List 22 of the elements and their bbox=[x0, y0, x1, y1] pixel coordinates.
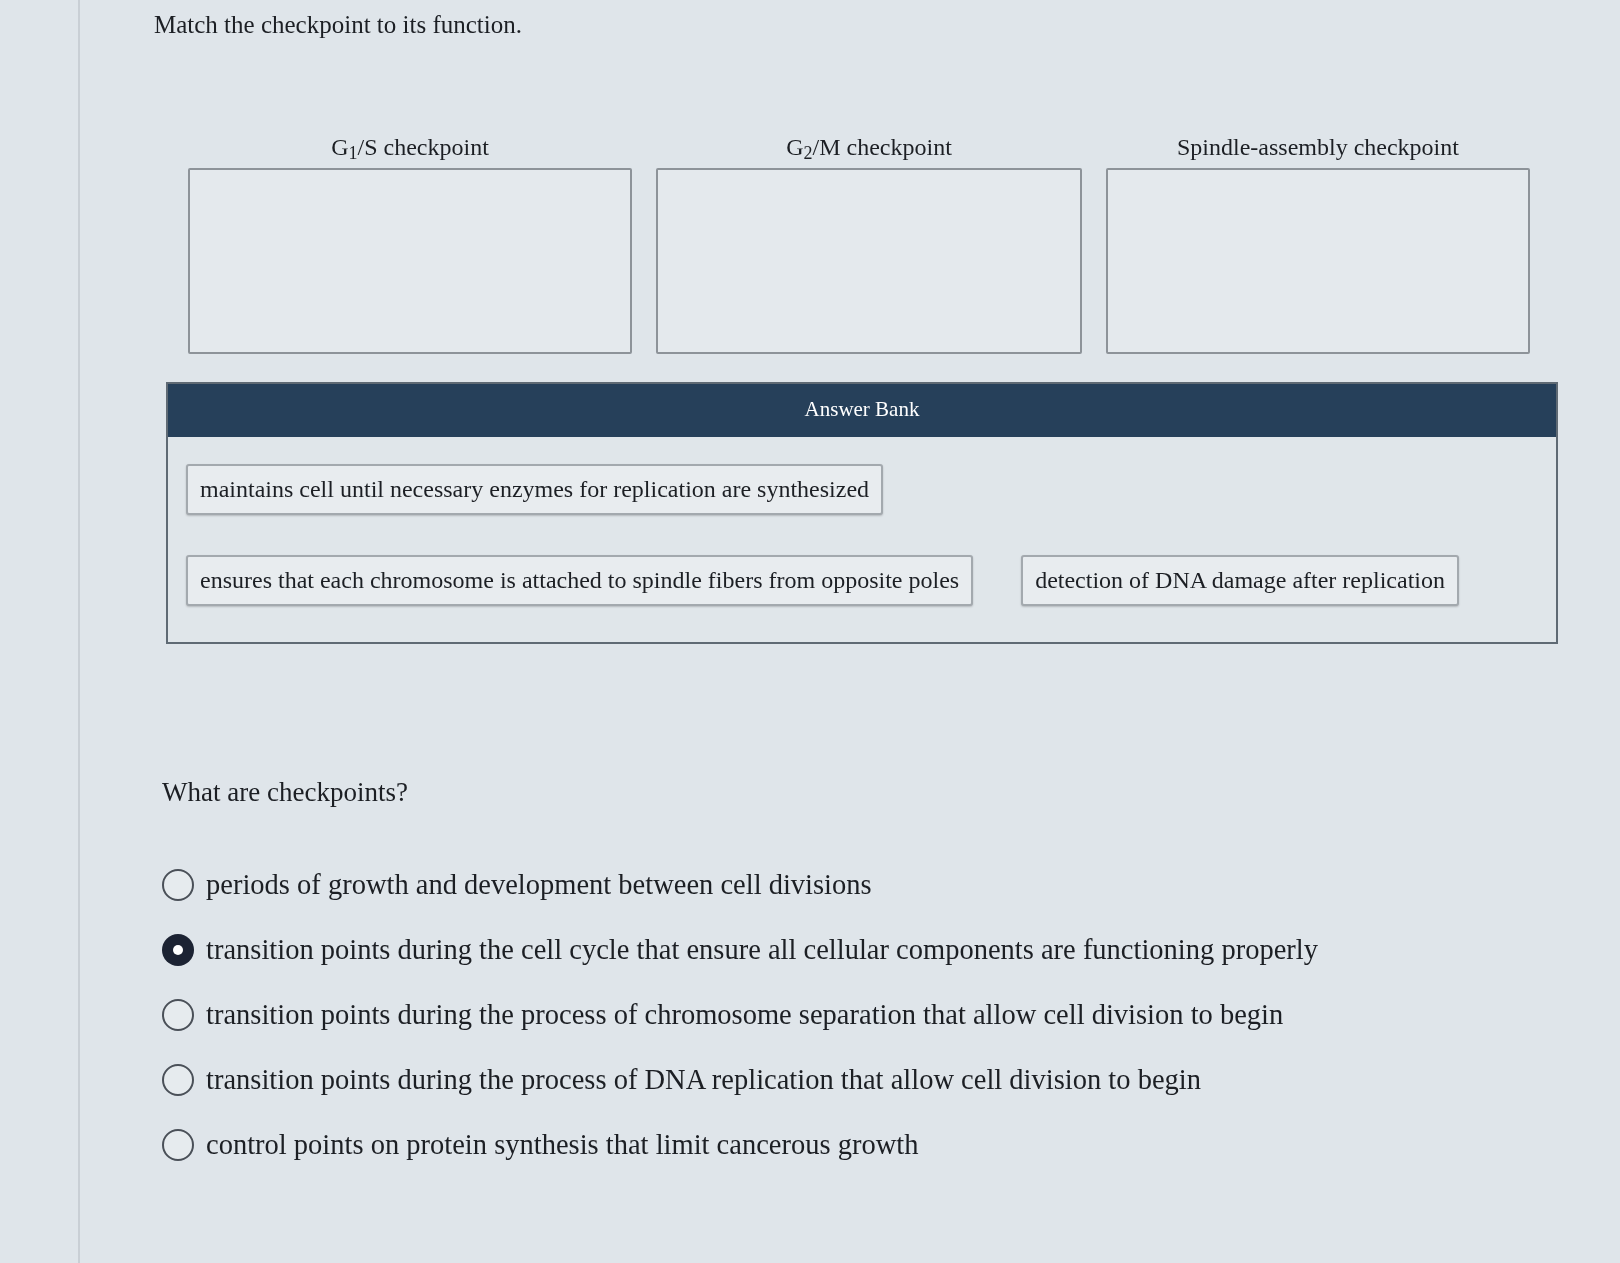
drop-zone[interactable] bbox=[1106, 167, 1530, 354]
radio-button[interactable] bbox=[162, 1063, 194, 1096]
prompt-text: Match the checkpoint to its function. bbox=[154, 10, 522, 40]
answer-chip[interactable]: detection of DNA damage after replication bbox=[1021, 554, 1459, 606]
drop-zone[interactable] bbox=[188, 167, 632, 354]
option-text[interactable]: periods of growth and development between cell divisions bbox=[206, 866, 872, 903]
answer-bank-title: Answer Bank bbox=[804, 396, 920, 424]
option-text[interactable]: transition points during the process of DNA replication that allow cell division to begin bbox=[206, 1061, 1201, 1098]
radio-button[interactable] bbox=[162, 933, 194, 966]
option-text[interactable]: transition points during the process of chromosome separation that allow cell division to begin bbox=[206, 996, 1284, 1033]
radio-button[interactable] bbox=[162, 868, 194, 901]
radio-button[interactable] bbox=[162, 998, 194, 1031]
option-text[interactable]: control points on protein synthesis that limit cancerous growth bbox=[206, 1126, 919, 1163]
checkpoint-label: G$_{2}$/M checkpoint bbox=[786, 132, 952, 162]
question-text: What are checkpoints? bbox=[162, 775, 408, 809]
option-text[interactable]: transition points during the cell cycle that ensure all cellular components are functioning properly bbox=[206, 931, 1318, 968]
checkpoint-label: G$_{1}$/S checkpoint bbox=[331, 132, 489, 162]
drop-zone[interactable] bbox=[656, 167, 1082, 354]
answer-chip[interactable]: ensures that each chromosome is attached to spindle fibers from opposite poles bbox=[186, 554, 974, 606]
answer-chip[interactable]: maintains cell until necessary enzymes for replication are synthesized bbox=[186, 463, 884, 515]
checkpoint-label: Spindle-assembly checkpoint bbox=[1177, 132, 1459, 162]
radio-button[interactable] bbox=[162, 1128, 194, 1161]
